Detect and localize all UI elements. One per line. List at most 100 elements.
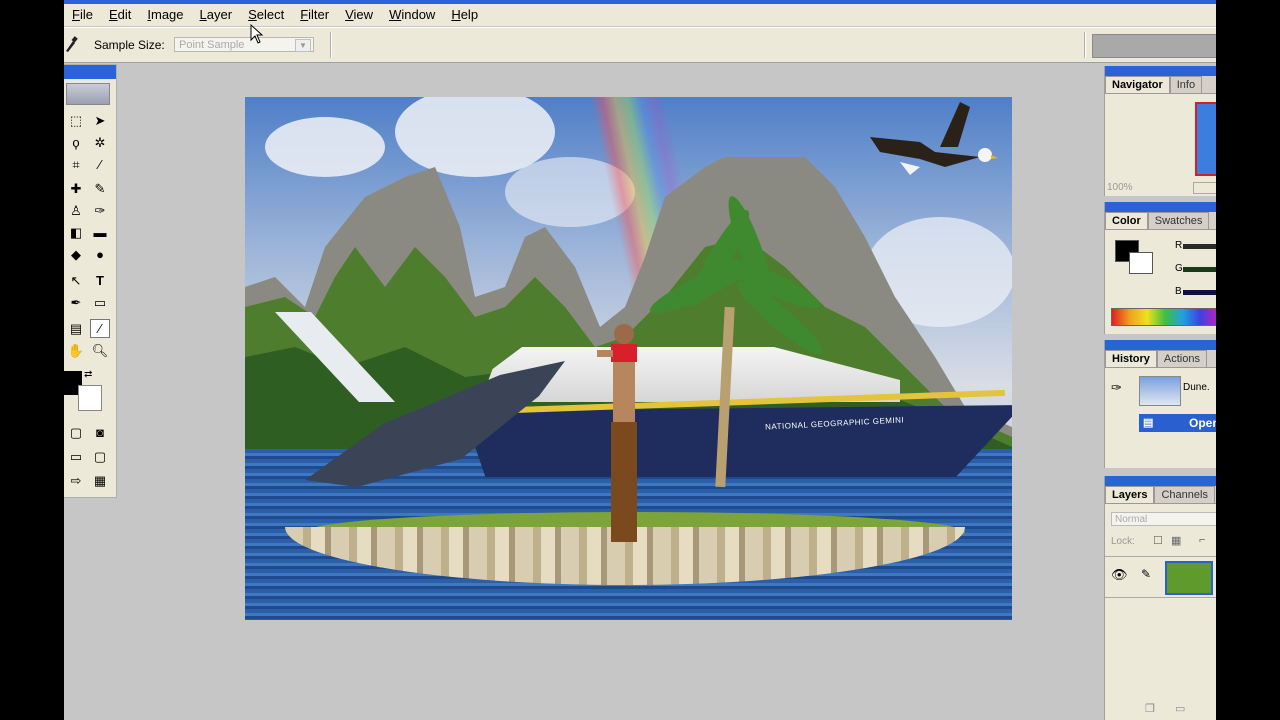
lock-position-icon[interactable]: ⌐ bbox=[1199, 534, 1205, 546]
standard-mode-icon[interactable]: ▢ bbox=[66, 423, 86, 442]
menu-filter[interactable]: Filter bbox=[292, 4, 337, 26]
color-tabs: Color Swatches bbox=[1105, 212, 1216, 230]
channel-g-label: G bbox=[1175, 263, 1183, 274]
eyedropper-selected-icon[interactable]: ⁄ bbox=[90, 319, 110, 338]
shape-tool-icon[interactable]: ▭ bbox=[90, 293, 110, 312]
sample-size-select[interactable]: Point Sample ▼ bbox=[174, 37, 314, 52]
menu-window[interactable]: Window bbox=[381, 4, 443, 26]
zoom-tool-icon[interactable]: 🔍︎ bbox=[90, 341, 110, 360]
sample-size-label: Sample Size: bbox=[94, 38, 165, 52]
path-select-icon[interactable]: ↖ bbox=[66, 271, 86, 290]
toolbox: ⬚ ➤ ϙ ✲ ⌗ ⁄ ✚ ✎ ♙ ✑ ◧ ▬ ◆ ● ↖ T ✒ ▭ ▤ ⁄ … bbox=[64, 64, 117, 498]
channel-b-label: B bbox=[1175, 286, 1182, 297]
swap-colors-icon[interactable]: ⇄ bbox=[84, 369, 92, 380]
menu-file[interactable]: File bbox=[64, 4, 101, 26]
channel-g-slider[interactable] bbox=[1183, 267, 1216, 272]
marquee-tool-icon[interactable]: ⬚ bbox=[66, 111, 86, 130]
eraser-tool-icon[interactable]: ◧ bbox=[66, 223, 86, 242]
panel-title-bar bbox=[1105, 476, 1216, 486]
chevron-down-icon: ▼ bbox=[295, 39, 311, 52]
tab-layers[interactable]: Layers bbox=[1105, 486, 1155, 503]
tab-info[interactable]: Info bbox=[1169, 76, 1203, 93]
quickmask-mode-icon[interactable]: ◙ bbox=[90, 423, 110, 442]
divider bbox=[1084, 32, 1086, 58]
history-step-row[interactable]: ▤ Open bbox=[1105, 414, 1216, 442]
panel-title-bar bbox=[1105, 202, 1216, 212]
eyedropper-tool-icon[interactable]: ⁄ bbox=[90, 155, 110, 174]
tab-channels[interactable]: Channels bbox=[1154, 486, 1215, 503]
delete-layer-icon[interactable]: ▭ bbox=[1175, 702, 1185, 715]
menu-image[interactable]: Image bbox=[139, 4, 191, 26]
tab-swatches[interactable]: Swatches bbox=[1147, 212, 1210, 229]
document-icon: ▤ bbox=[1143, 417, 1154, 429]
burn-tool-icon[interactable]: ● bbox=[90, 245, 110, 264]
divider bbox=[330, 32, 332, 58]
document-canvas[interactable]: NATIONAL GEOGRAPHIC GEMINI bbox=[245, 97, 1012, 620]
history-step-open[interactable]: ▤ Open bbox=[1139, 414, 1216, 432]
color-background-swatch[interactable] bbox=[1129, 252, 1153, 274]
type-tool-icon[interactable]: T bbox=[90, 271, 110, 290]
mouse-pointer-icon bbox=[250, 24, 264, 44]
menu-help[interactable]: Help bbox=[443, 4, 486, 26]
menu-bar: File Edit Image Layer Select Filter View… bbox=[64, 4, 1216, 26]
fullscreen-mode-icon[interactable]: ▢ bbox=[90, 447, 110, 466]
clone-stamp-icon[interactable]: ♙ bbox=[66, 201, 86, 220]
move-tool-icon[interactable]: ➤ bbox=[90, 111, 110, 130]
navigator-panel: Navigator Info 100% bbox=[1104, 66, 1216, 196]
gradient-tool-icon[interactable]: ▬ bbox=[90, 223, 110, 242]
toolbox-logo bbox=[66, 83, 110, 105]
history-tabs: History Actions bbox=[1105, 350, 1216, 368]
eye-icon[interactable]: 👁︎ bbox=[1111, 567, 1128, 583]
history-brush-icon[interactable]: ✑ bbox=[90, 201, 110, 220]
channel-b-slider[interactable] bbox=[1183, 290, 1216, 295]
background-color-swatch[interactable] bbox=[78, 385, 102, 411]
navigator-tabs: Navigator Info bbox=[1105, 76, 1216, 94]
navigator-zoom-slider[interactable] bbox=[1193, 182, 1216, 194]
tab-actions[interactable]: Actions bbox=[1156, 350, 1207, 367]
tab-color[interactable]: Color bbox=[1105, 212, 1148, 229]
notes-tool-icon[interactable]: ▤ bbox=[66, 319, 86, 338]
eyedropper-icon[interactable] bbox=[64, 35, 78, 53]
tab-history[interactable]: History bbox=[1105, 350, 1157, 367]
history-panel: History Actions ✑ Dune. ▤ Open bbox=[1104, 340, 1216, 468]
photoshop-window: File Edit Image Layer Select Filter View… bbox=[64, 0, 1216, 720]
channel-r-slider[interactable] bbox=[1183, 244, 1216, 249]
options-bar: Sample Size: Point Sample ▼ bbox=[64, 27, 1216, 63]
pen-tool-icon[interactable]: ✒ bbox=[66, 293, 86, 312]
navigator-zoom-value[interactable]: 100% bbox=[1107, 182, 1133, 193]
jump-to-imageready-icon[interactable]: ⇨ bbox=[66, 471, 86, 490]
imageready-icon[interactable]: ▦ bbox=[90, 471, 110, 490]
hand-tool-icon[interactable]: ✋ bbox=[66, 341, 86, 360]
lasso-tool-icon[interactable]: ϙ bbox=[66, 133, 86, 152]
channel-r-label: R bbox=[1175, 240, 1183, 251]
menu-edit[interactable]: Edit bbox=[101, 4, 139, 26]
color-spectrum-bar[interactable] bbox=[1111, 308, 1216, 326]
snapshot-name: Dune. bbox=[1183, 382, 1210, 393]
snapshot-thumbnail bbox=[1139, 376, 1181, 406]
brush-link-icon[interactable]: ✎ bbox=[1141, 567, 1151, 581]
palette-well[interactable] bbox=[1092, 34, 1216, 58]
lock-transparency-icon[interactable]: ☐ bbox=[1153, 534, 1163, 547]
tab-navigator[interactable]: Navigator bbox=[1105, 76, 1170, 93]
history-brush-icon[interactable]: ✑ bbox=[1111, 380, 1122, 396]
lock-label: Lock: bbox=[1111, 536, 1135, 547]
toolbox-title-bar bbox=[64, 65, 116, 79]
crop-tool-icon[interactable]: ⌗ bbox=[66, 155, 86, 174]
layers-tabs: Layers Channels bbox=[1105, 486, 1216, 504]
magic-wand-icon[interactable]: ✲ bbox=[90, 133, 110, 152]
navigator-thumbnail[interactable] bbox=[1195, 102, 1216, 176]
healing-brush-icon[interactable]: ✚ bbox=[66, 179, 86, 198]
layer-thumbnail bbox=[1165, 561, 1213, 595]
blend-mode-select[interactable]: Normal bbox=[1111, 512, 1216, 526]
layers-panel: Layers Channels Normal Lock: ☐ ▦ ⌐ 👁︎ ✎ … bbox=[1104, 476, 1216, 720]
menu-view[interactable]: View bbox=[337, 4, 381, 26]
menu-select[interactable]: Select bbox=[240, 4, 292, 26]
lock-pixels-icon[interactable]: ▦ bbox=[1171, 534, 1181, 547]
menu-layer[interactable]: Layer bbox=[192, 4, 241, 26]
new-layer-icon[interactable]: ❐ bbox=[1145, 702, 1155, 715]
blur-tool-icon[interactable]: ◆ bbox=[66, 245, 86, 264]
screen-mode-icon[interactable]: ▭ bbox=[66, 447, 86, 466]
layer-row[interactable]: 👁︎ ✎ bbox=[1105, 556, 1216, 598]
history-snapshot-row[interactable]: ✑ Dune. bbox=[1105, 374, 1216, 406]
brush-tool-icon[interactable]: ✎ bbox=[90, 179, 110, 198]
